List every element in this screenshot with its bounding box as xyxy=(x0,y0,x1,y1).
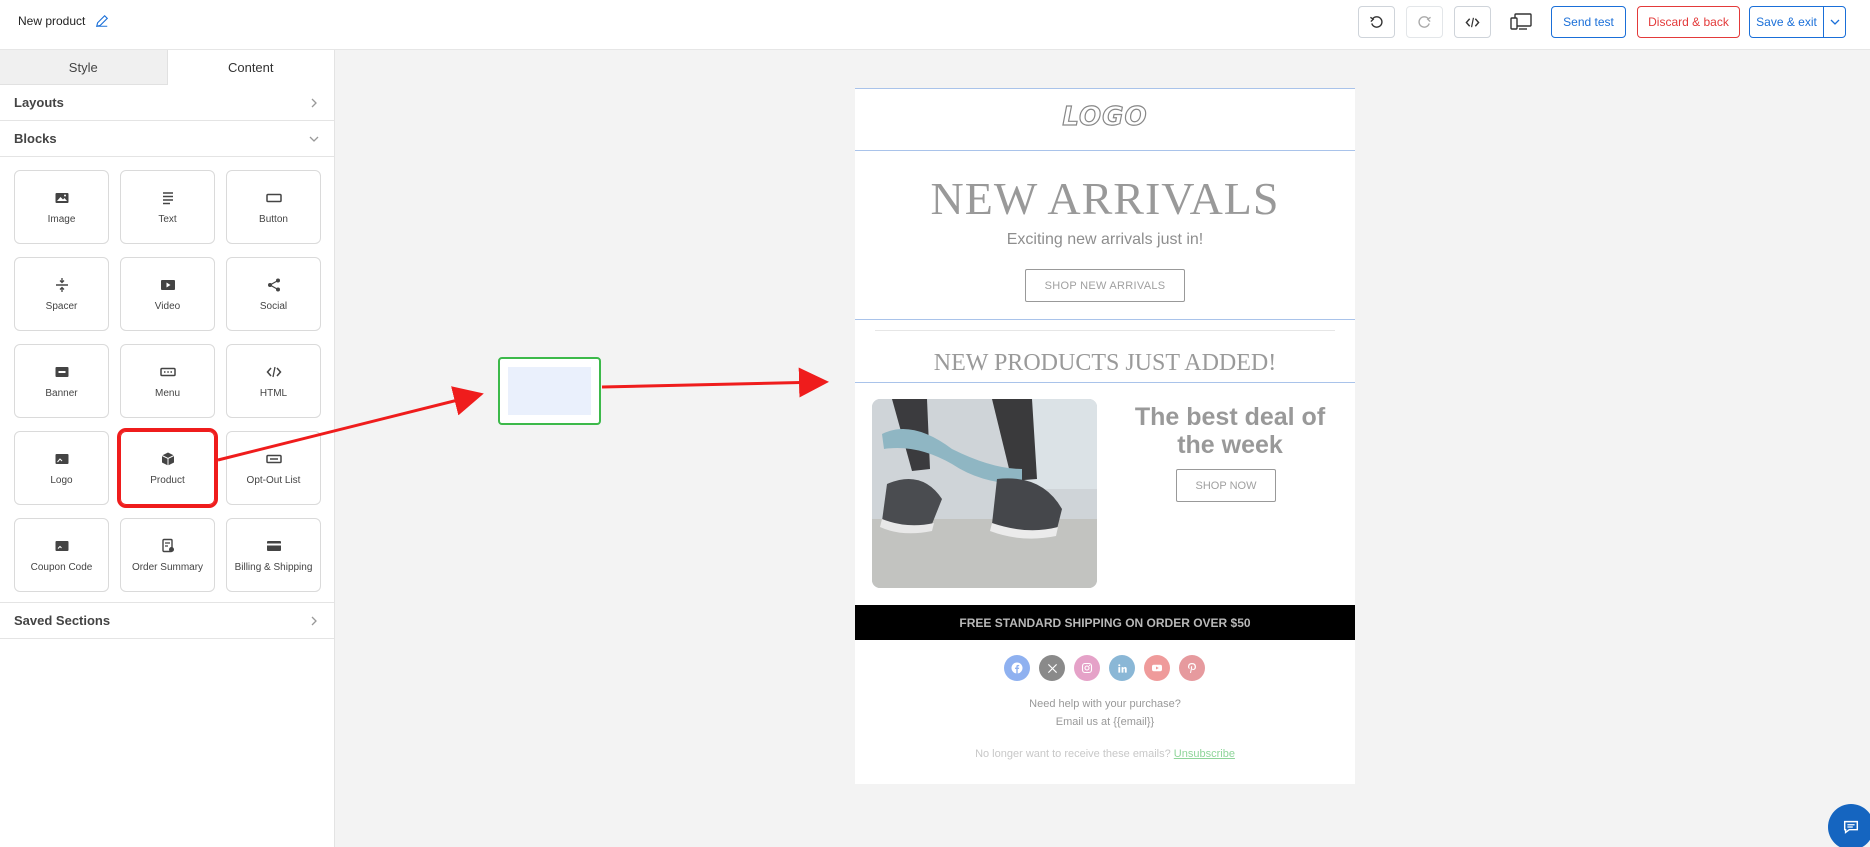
youtube-icon[interactable] xyxy=(1144,655,1170,681)
pinterest-icon[interactable] xyxy=(1179,655,1205,681)
divider xyxy=(855,319,1355,320)
x-twitter-icon[interactable] xyxy=(1039,655,1065,681)
deal-title: The best deal of the week xyxy=(1134,403,1326,459)
thin-divider xyxy=(875,330,1335,331)
chat-icon xyxy=(1843,820,1859,834)
linkedin-icon[interactable] xyxy=(1109,655,1135,681)
instagram-icon[interactable] xyxy=(1074,655,1100,681)
unsubscribe-text: No longer want to receive these emails? xyxy=(975,748,1171,760)
shipping-banner: FREE STANDARD SHIPPING ON ORDER OVER $50 xyxy=(855,605,1355,640)
arrow-to-placeholder xyxy=(217,386,484,462)
social-icons xyxy=(1004,655,1205,681)
email-logo: LOGO xyxy=(1062,101,1148,132)
help-line-2: Email us at {{email}} xyxy=(1055,716,1155,728)
arrow-to-email xyxy=(601,367,829,398)
unsubscribe-link[interactable]: Unsubscribe xyxy=(1174,748,1235,760)
divider xyxy=(855,150,1355,151)
chat-button[interactable] xyxy=(1828,804,1870,847)
hero-title: NEW ARRIVALS xyxy=(930,173,1280,224)
product-image[interactable] xyxy=(872,399,1097,588)
shop-new-arrivals-button[interactable]: SHOP NEW ARRIVALS xyxy=(1025,269,1185,302)
email-preview[interactable]: LOGO NEW ARRIVALS Exciting new arrivals … xyxy=(855,88,1355,784)
facebook-icon[interactable] xyxy=(1004,655,1030,681)
help-line-1: Need help with your purchase? xyxy=(1029,698,1181,710)
unsubscribe-line: No longer want to receive these emails? … xyxy=(855,748,1355,760)
products-heading: NEW PRODUCTS JUST ADDED! xyxy=(933,350,1277,376)
hero-subtitle: Exciting new arrivals just in! xyxy=(1006,231,1204,248)
divider xyxy=(855,382,1355,383)
help-text: Need help with your purchase? Email us a… xyxy=(855,695,1355,731)
divider xyxy=(855,88,1355,89)
shop-now-button[interactable]: SHOP NOW xyxy=(1176,469,1276,502)
